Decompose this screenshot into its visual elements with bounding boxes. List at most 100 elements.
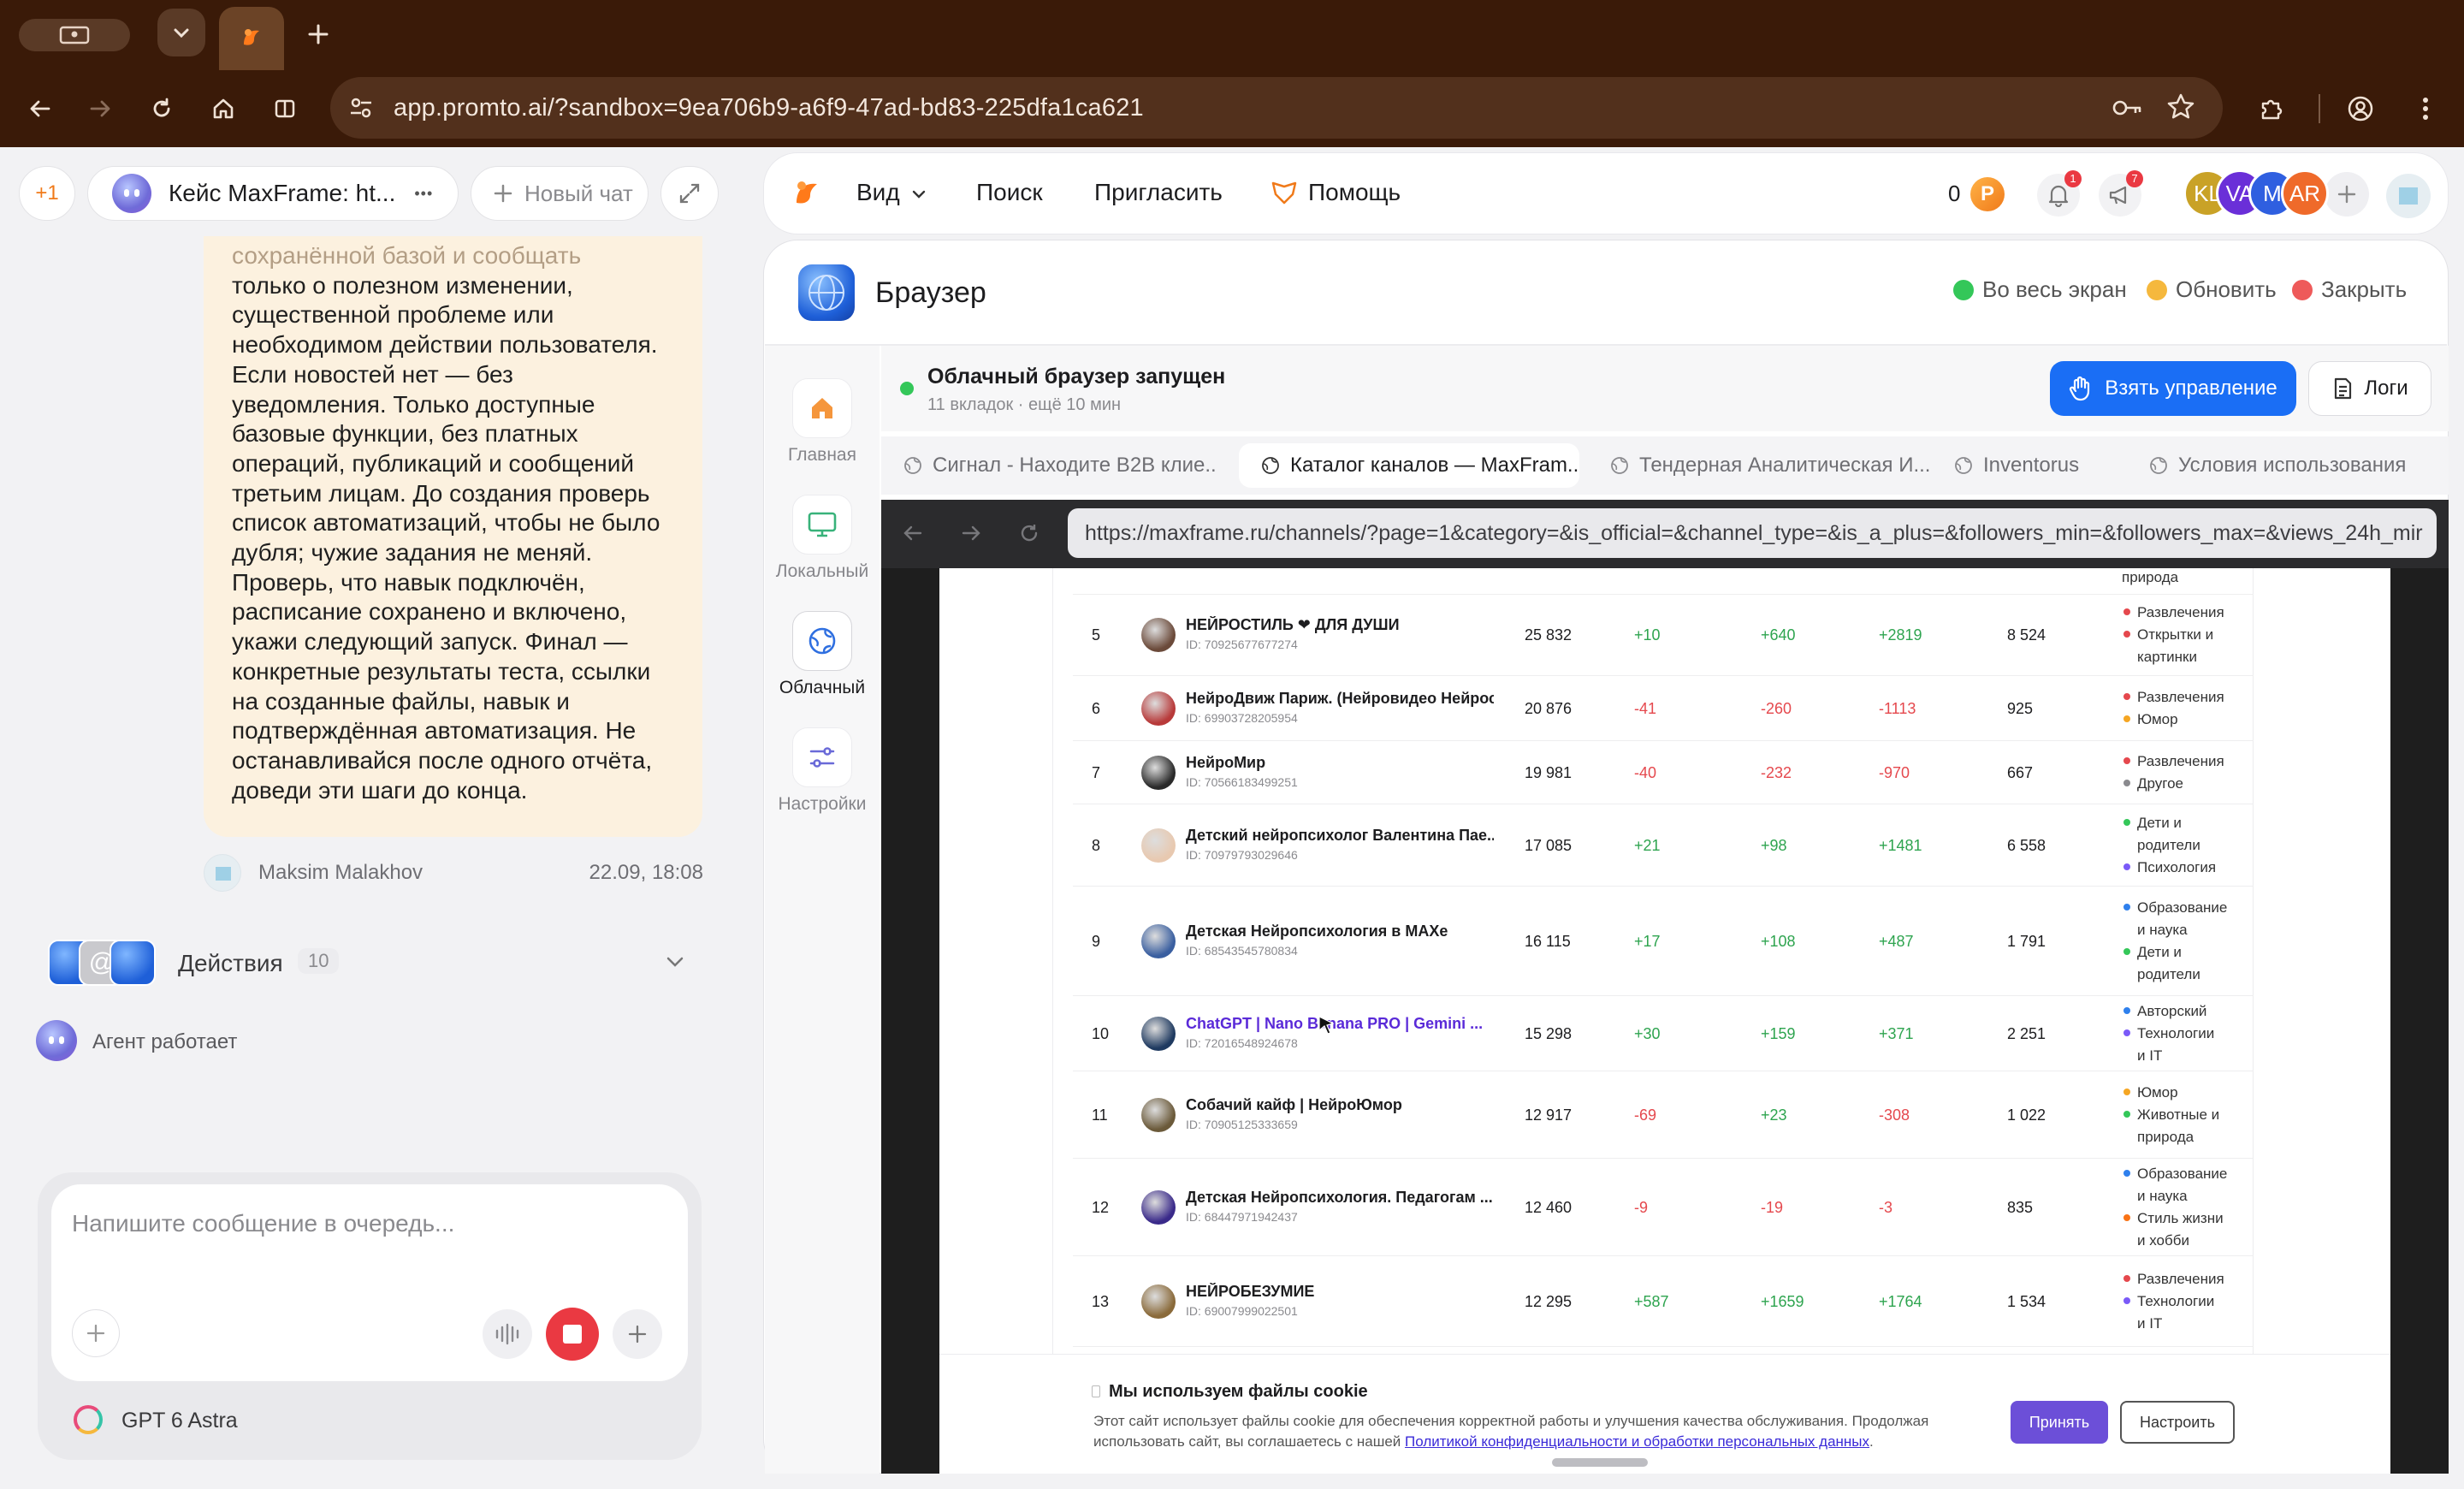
avg-views: 1 022 (2007, 1106, 2046, 1124)
stop-button[interactable] (546, 1308, 599, 1361)
split-view-icon (275, 99, 295, 118)
category-tag: родители (2123, 964, 2200, 986)
table-cell-tag: природа (2122, 569, 2179, 585)
sidenav-settings[interactable]: Настройки (765, 727, 880, 815)
avg-views: 1 534 (2007, 1293, 2046, 1310)
cloud-tab-maxframe-active[interactable]: Каталог каналов — MaxFram... (1239, 443, 1579, 488)
change-24h: +30 (1634, 1025, 1661, 1042)
table-row[interactable] (1073, 594, 2254, 676)
account-button[interactable] (2337, 86, 2384, 132)
cloud-tab-signal[interactable]: Сигнал - Находите B2B клие... (881, 443, 1215, 488)
view-menu[interactable]: Вид (856, 179, 927, 206)
chat-tab-more-icon[interactable]: ••• (414, 185, 433, 203)
table-row[interactable] (1073, 804, 2254, 887)
cloud-tab-terms[interactable]: Условия использования (2127, 443, 2435, 488)
sidenav-local[interactable]: Локальный (765, 495, 880, 582)
home-icon (213, 98, 234, 119)
search-nav-link[interactable]: Поиск (976, 179, 1043, 206)
help-nav-link[interactable]: Помощь (1270, 179, 1401, 206)
notifications-button[interactable]: 1 (2037, 170, 2082, 217)
yellow-dot-icon (2147, 279, 2167, 300)
category-label: Психология (2137, 859, 2217, 875)
model-selector[interactable]: GPT 6 Astra (74, 1402, 330, 1438)
cloud-tab-inventorus[interactable]: Inventorus (1932, 443, 2137, 488)
omnibox[interactable]: app.promto.ai/?sandbox=9ea706b9-a6f9-47a… (330, 77, 2223, 139)
category-label: Другое (2137, 775, 2184, 792)
composer-input[interactable]: Напишите сообщение в очередь... (72, 1210, 454, 1237)
horizontal-scroll-thumb[interactable] (1552, 1458, 1648, 1467)
forward-button[interactable] (77, 86, 123, 132)
table-row[interactable] (1073, 676, 2254, 741)
model-ring-icon (74, 1405, 103, 1434)
privacy-policy-link[interactable]: Политикой конфиденциальности и обработки… (1405, 1433, 1869, 1450)
take-control-button[interactable]: Взять управление (2050, 361, 2296, 416)
reload-icon[interactable] (1018, 522, 1040, 544)
queue-add-button[interactable] (613, 1309, 662, 1359)
chat-tab[interactable]: Кейс MaxFrame: ht... ••• (87, 166, 459, 221)
reload-button[interactable] (139, 86, 185, 132)
site-settings-icon[interactable] (347, 94, 375, 122)
sidenav-cloud[interactable]: Облачный (765, 611, 880, 698)
table-row[interactable] (1073, 996, 2254, 1071)
channel-id: ID: 69007999022501 (1186, 1304, 1298, 1318)
voice-button[interactable] (483, 1309, 532, 1359)
arrow-left-icon[interactable] (902, 522, 924, 544)
close-panel-button[interactable]: Закрыть (2292, 276, 2407, 303)
back-button[interactable] (17, 86, 63, 132)
sidenav-home[interactable]: Главная (765, 378, 880, 466)
agent-avatar-icon (36, 1020, 77, 1061)
refresh-button[interactable]: Обновить (2147, 276, 2277, 303)
address-toolbar: app.promto.ai/?sandbox=9ea706b9-a6f9-47a… (0, 70, 2464, 147)
arrow-right-icon[interactable] (960, 522, 982, 544)
active-browser-tab[interactable] (219, 7, 284, 70)
table-row[interactable] (1073, 1159, 2254, 1256)
bookmark-star-icon[interactable] (2166, 92, 2195, 122)
split-view-button[interactable] (262, 86, 308, 132)
cookie-accept-label: Принять (2029, 1413, 2090, 1431)
table-row[interactable] (1073, 887, 2254, 996)
category-label: Авторский (2137, 1003, 2207, 1019)
remote-url-field[interactable]: https://maxframe.ru/channels/?page=1&cat… (1068, 508, 2437, 558)
announcements-button[interactable]: 7 (2099, 170, 2143, 217)
url-text[interactable]: app.promto.ai/?sandbox=9ea706b9-a6f9-47a… (394, 94, 1144, 122)
new-chat-button[interactable]: Новый чат (471, 166, 649, 221)
channel-avatar (1141, 691, 1176, 726)
actions-row[interactable]: @ Действия 10 (48, 934, 695, 991)
author-name: Maksim Malakhov (258, 861, 424, 884)
new-tab-button[interactable] (296, 10, 341, 58)
cookie-settings-label: Настроить (2140, 1413, 2215, 1431)
toolbar-divider (2319, 94, 2320, 123)
unread-badge-button[interactable]: +1 (19, 166, 75, 221)
home-button[interactable] (200, 86, 246, 132)
cookie-settings-button[interactable]: Настроить (2120, 1401, 2235, 1444)
table-row[interactable] (1073, 741, 2254, 804)
add-member-button[interactable] (2325, 172, 2369, 217)
globe-icon (1955, 457, 1972, 474)
logs-button[interactable]: Логи (2308, 361, 2431, 416)
invite-nav-link[interactable]: Пригласить (1094, 179, 1223, 206)
expand-button[interactable] (660, 166, 719, 221)
message-author-row: Maksim Malakhov 22.09, 18:08 (204, 851, 703, 893)
profile-switcher-button[interactable] (19, 19, 130, 51)
cloud-tab-tender[interactable]: Тендерная Аналитическая И... (1588, 443, 1930, 488)
document-icon (2335, 377, 2352, 400)
hand-icon (2070, 376, 2090, 401)
row-rank: 8 (1092, 837, 1101, 854)
category-label: Развлечения (2137, 604, 2224, 620)
table-row[interactable] (1073, 1071, 2254, 1159)
extensions-button[interactable] (2248, 86, 2295, 132)
cookie-accept-button[interactable]: Принять (2011, 1401, 2108, 1444)
tab-list-button[interactable] (157, 9, 205, 56)
workspace-avatar[interactable] (2386, 174, 2431, 218)
password-key-icon[interactable] (2112, 94, 2144, 122)
message-timestamp: 22.09, 18:08 (589, 861, 703, 884)
fullscreen-button[interactable]: Во весь экран (1953, 276, 2127, 303)
credits-coin-icon[interactable]: P (1970, 177, 2005, 211)
channel-id: ID: 68543545780834 (1186, 944, 1298, 958)
promto-logo-icon[interactable] (790, 177, 822, 210)
attach-button[interactable] (72, 1309, 120, 1357)
avg-views: 925 (2007, 700, 2034, 717)
member-avatar-ar[interactable]: AR (2281, 169, 2329, 217)
channel-name[interactable]: ChatGPT | Nano Banana PRO | Gemini ... (1186, 1015, 1494, 1033)
browser-menu-button[interactable] (2402, 86, 2449, 132)
